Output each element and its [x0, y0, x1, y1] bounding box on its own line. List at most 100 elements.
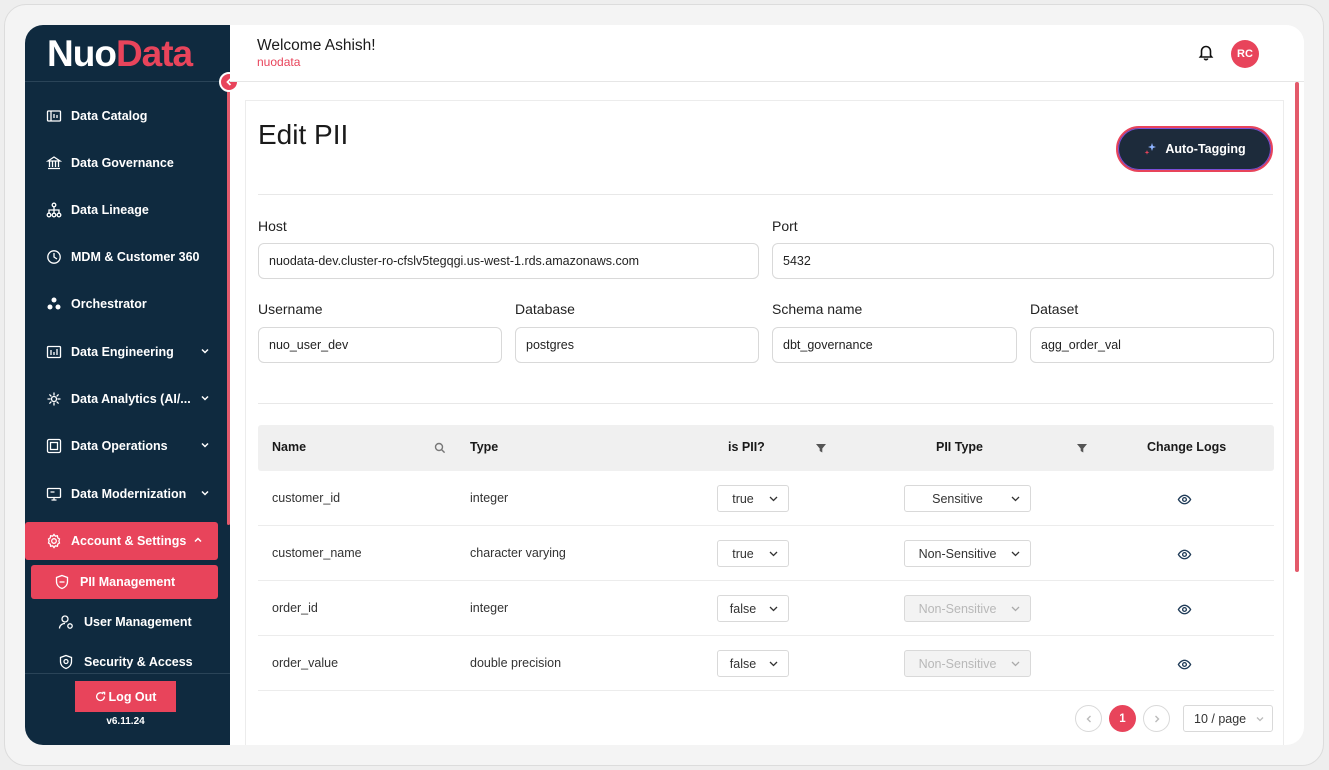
cell-name: order_value	[272, 656, 339, 670]
main-panel: Edit PII Auto-Tagging Host nuodata-dev.c…	[245, 100, 1284, 745]
pii-type-select[interactable]: Sensitive	[904, 485, 1031, 512]
section-divider	[258, 403, 1273, 404]
filter-icon[interactable]	[815, 442, 827, 454]
app-version: v6.11.24	[106, 716, 145, 727]
page-size-select[interactable]: 10 / page	[1183, 705, 1273, 732]
table-row: order_value double precision false Non-S…	[258, 636, 1274, 691]
sidebar-item-data-analytics[interactable]: Data Analytics (AI/...	[25, 380, 225, 418]
sidebar-item-data-engineering[interactable]: Data Engineering	[25, 333, 225, 371]
sidebar-item-label: Data Catalog	[71, 109, 148, 123]
logout-icon	[95, 691, 105, 702]
eye-icon[interactable]	[1177, 547, 1192, 562]
sidebar-item-account-settings[interactable]: Account & Settings	[25, 522, 218, 560]
table-row: customer_id integer true Sensitive	[258, 471, 1274, 526]
chevron-down-icon	[1011, 661, 1020, 667]
logout-button[interactable]: Log Out	[75, 681, 176, 712]
sidebar-item-data-governance[interactable]: Data Governance	[25, 144, 225, 182]
pagination-page-current[interactable]: 1	[1109, 705, 1136, 732]
table-row: customer_name character varying true Non…	[258, 526, 1274, 581]
pagination-prev-button[interactable]	[1075, 705, 1102, 732]
chevron-down-icon	[201, 395, 209, 401]
table-header: Name Type is PII? PII Type Change Logs	[258, 425, 1274, 471]
app-logo[interactable]: NuoData	[47, 33, 193, 75]
search-icon[interactable]	[434, 442, 446, 454]
pii-type-select[interactable]: Non-Sensitive	[904, 540, 1031, 567]
filter-icon[interactable]	[1076, 442, 1088, 454]
sidebar-item-mdm[interactable]: MDM & Customer 360	[25, 238, 225, 276]
chevron-left-icon	[1086, 715, 1091, 722]
is-pii-select[interactable]: true	[717, 485, 789, 512]
sidebar-scrollbar[interactable]	[227, 85, 230, 525]
sidebar-divider	[25, 81, 230, 82]
sidebar-item-data-operations[interactable]: Data Operations	[25, 427, 225, 465]
sidebar-subitem-user-management[interactable]: User Management	[51, 605, 221, 639]
bell-icon[interactable]	[1197, 43, 1215, 61]
cell-type: integer	[470, 601, 509, 615]
column-header-name: Name	[272, 440, 307, 454]
chevron-down-icon	[201, 442, 209, 448]
auto-tagging-label: Auto-Tagging	[1165, 142, 1246, 156]
chevron-down-icon	[769, 551, 778, 557]
chevron-up-icon	[194, 537, 202, 543]
modernization-icon	[45, 486, 62, 503]
section-divider	[258, 194, 1273, 195]
schema-field[interactable]: dbt_governance	[772, 327, 1017, 363]
port-label: Port	[772, 218, 798, 234]
dataset-field[interactable]: agg_order_val	[1030, 327, 1274, 363]
eye-icon[interactable]	[1177, 657, 1192, 672]
avatar[interactable]: RC	[1231, 40, 1259, 68]
is-pii-select[interactable]: false	[717, 595, 789, 622]
pagination-next-button[interactable]	[1143, 705, 1170, 732]
sidebar-item-label: Data Modernization	[71, 487, 187, 501]
page-size-value: 10 / page	[1194, 711, 1247, 726]
database-field[interactable]: postgres	[515, 327, 759, 363]
cell-type: character varying	[470, 546, 566, 560]
chevron-down-icon	[1256, 717, 1264, 722]
chevron-down-icon	[1011, 551, 1020, 557]
cell-type: double precision	[470, 656, 562, 670]
pii-type-value: Non-Sensitive	[918, 601, 997, 616]
sidebar: NuoData Data Catalog Data Governance Dat…	[25, 25, 230, 745]
sidebar-item-data-catalog[interactable]: Data Catalog	[25, 97, 225, 135]
database-label: Database	[515, 301, 575, 317]
port-field[interactable]: 5432	[772, 243, 1274, 279]
sidebar-item-orchestrator[interactable]: Orchestrator	[25, 285, 225, 323]
sidebar-subitem-label: PII Management	[80, 575, 176, 589]
chevron-right-icon	[1154, 715, 1159, 722]
is-pii-select[interactable]: true	[717, 540, 789, 567]
pii-shield-icon	[53, 574, 70, 591]
pii-type-value: Sensitive	[932, 491, 983, 506]
auto-tagging-button[interactable]: Auto-Tagging	[1116, 126, 1273, 172]
mdm-icon	[45, 249, 62, 266]
table-row: order_id integer false Non-Sensitive	[258, 581, 1274, 636]
host-label: Host	[258, 218, 287, 234]
username-field[interactable]: nuo_user_dev	[258, 327, 502, 363]
username-label: Username	[258, 301, 323, 317]
sidebar-item-data-lineage[interactable]: Data Lineage	[25, 191, 225, 229]
sidebar-item-label: Data Governance	[71, 156, 174, 170]
sidebar-item-label: Data Analytics (AI/...	[71, 392, 191, 406]
column-header-pii-type: PII Type	[936, 440, 984, 454]
chevron-down-icon	[1011, 606, 1020, 612]
column-header-type: Type	[470, 440, 499, 454]
main-scrollbar[interactable]	[1295, 82, 1299, 572]
is-pii-select[interactable]: false	[717, 650, 789, 677]
sidebar-item-label: Account & Settings	[71, 534, 187, 548]
is-pii-value: true	[732, 491, 754, 506]
org-name: nuodata	[257, 55, 301, 69]
page-title: Edit PII	[258, 119, 349, 150]
chevron-down-icon	[769, 661, 778, 667]
logout-label: Log Out	[108, 689, 157, 704]
cell-name: customer_id	[272, 491, 341, 505]
sidebar-item-label: Data Lineage	[71, 203, 149, 217]
schema-label: Schema name	[772, 301, 863, 317]
eye-icon[interactable]	[1177, 492, 1192, 507]
sidebar-subitem-pii-management[interactable]: PII Management	[31, 565, 218, 599]
sidebar-item-data-modernization[interactable]: Data Modernization	[25, 475, 225, 513]
pii-type-value: Non-Sensitive	[918, 656, 997, 671]
sidebar-subitem-label: User Management	[84, 615, 192, 629]
host-field[interactable]: nuodata-dev.cluster-ro-cfslv5tegqgi.us-w…	[258, 243, 759, 279]
eye-icon[interactable]	[1177, 602, 1192, 617]
sidebar-subitem-label: Security & Access	[84, 655, 193, 669]
sidebar-item-label: MDM & Customer 360	[71, 250, 200, 264]
